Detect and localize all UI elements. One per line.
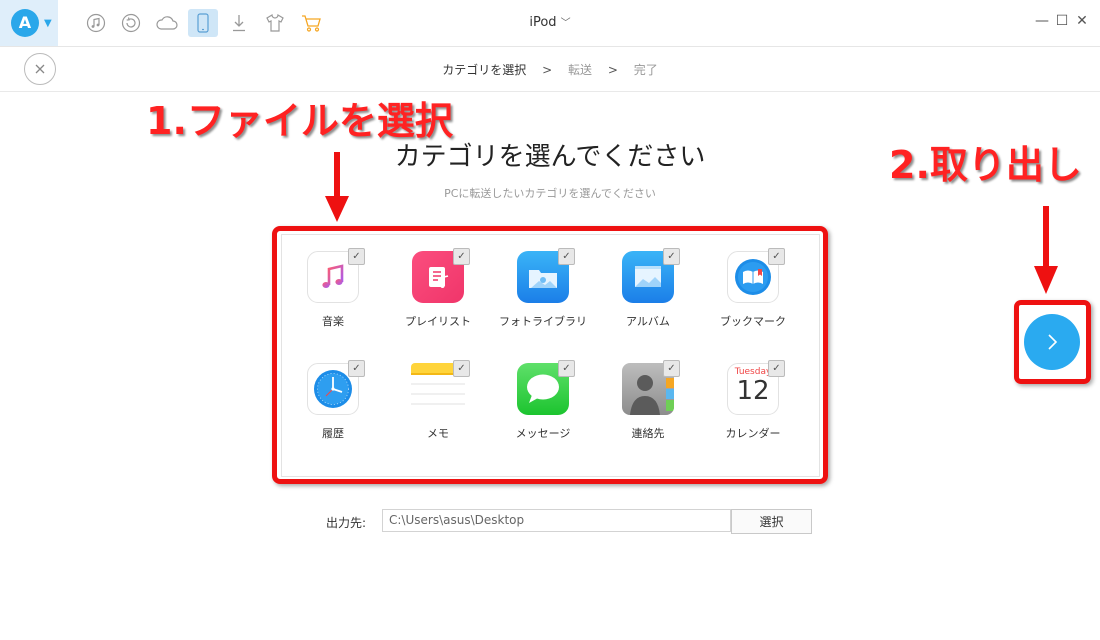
category-checkbox[interactable]: ✓	[663, 248, 680, 265]
category-playlist[interactable]: ✓ プレイリスト	[388, 248, 488, 329]
maximize-button[interactable]: ☐	[1054, 13, 1070, 29]
top-bar: A ▼ iPod ﹀ — ☐ ✕	[0, 0, 1100, 47]
category-messages[interactable]: ✓ メッセージ	[493, 360, 593, 441]
category-contacts[interactable]: ✓ 連絡先	[598, 360, 698, 441]
calendar-day: 12	[736, 376, 770, 406]
step-separator: >	[607, 63, 618, 77]
minimize-button[interactable]: —	[1034, 13, 1050, 29]
category-checkbox[interactable]: ✓	[768, 248, 785, 265]
category-checkbox[interactable]: ✓	[558, 360, 575, 377]
step-transfer: 転送	[567, 63, 592, 77]
category-checkbox[interactable]: ✓	[453, 248, 470, 265]
category-label: アルバム	[626, 315, 670, 328]
category-photo-library[interactable]: ✓ フォトライブラリ	[493, 248, 593, 329]
step-current: カテゴリを選択	[442, 63, 527, 77]
step-complete: 完了	[633, 63, 658, 77]
category-label: プレイリスト	[405, 315, 471, 328]
category-checkbox[interactable]: ✓	[663, 360, 680, 377]
category-label: カレンダー	[725, 427, 781, 440]
category-label: メッセージ	[515, 427, 571, 440]
output-path-field[interactable]: C:\Users\asus\Desktop	[382, 509, 731, 532]
output-label: 出力先:	[326, 516, 367, 530]
browse-button[interactable]: 選択	[731, 509, 812, 534]
page-title: カテゴリを選んでください	[394, 142, 706, 172]
step-bar: カテゴリを選択 > 転送 > 完了	[0, 47, 1100, 92]
category-calendar[interactable]: Tuesday 12 ✓ カレンダー	[703, 360, 803, 441]
chevron-right-icon	[1048, 334, 1058, 350]
category-album[interactable]: ✓ アルバム	[598, 248, 698, 329]
category-bookmark[interactable]: ✓ ブックマーク	[703, 248, 803, 329]
close-window-button[interactable]: ✕	[1074, 13, 1090, 29]
category-label: 履歴	[322, 427, 344, 440]
annotation-arrow-down	[1034, 206, 1058, 294]
category-checkbox[interactable]: ✓	[558, 248, 575, 265]
category-label: フォトライブラリ	[499, 315, 587, 328]
category-notes[interactable]: ✓ メモ	[388, 360, 488, 441]
page-subtitle: PCに転送したいカテゴリを選んでください	[444, 187, 656, 200]
window-title: iPod	[529, 15, 557, 30]
category-label: 音楽	[322, 315, 344, 328]
category-label: ブックマーク	[720, 315, 786, 328]
next-button[interactable]	[1024, 314, 1080, 370]
category-history[interactable]: ✓ 履歴	[283, 360, 383, 441]
category-label: メモ	[427, 427, 449, 440]
category-checkbox[interactable]: ✓	[348, 360, 365, 377]
category-checkbox[interactable]: ✓	[453, 360, 470, 377]
step-separator: >	[542, 63, 553, 77]
category-checkbox[interactable]: ✓	[768, 360, 785, 377]
category-music[interactable]: ✓ 音楽	[283, 248, 383, 329]
device-selector[interactable]: iPod ﹀	[0, 14, 1100, 30]
category-checkbox[interactable]: ✓	[348, 248, 365, 265]
breadcrumb: カテゴリを選択 > 転送 > 完了	[0, 61, 1100, 78]
category-label: 連絡先	[631, 427, 665, 440]
chevron-down-icon: ﹀	[560, 18, 571, 29]
